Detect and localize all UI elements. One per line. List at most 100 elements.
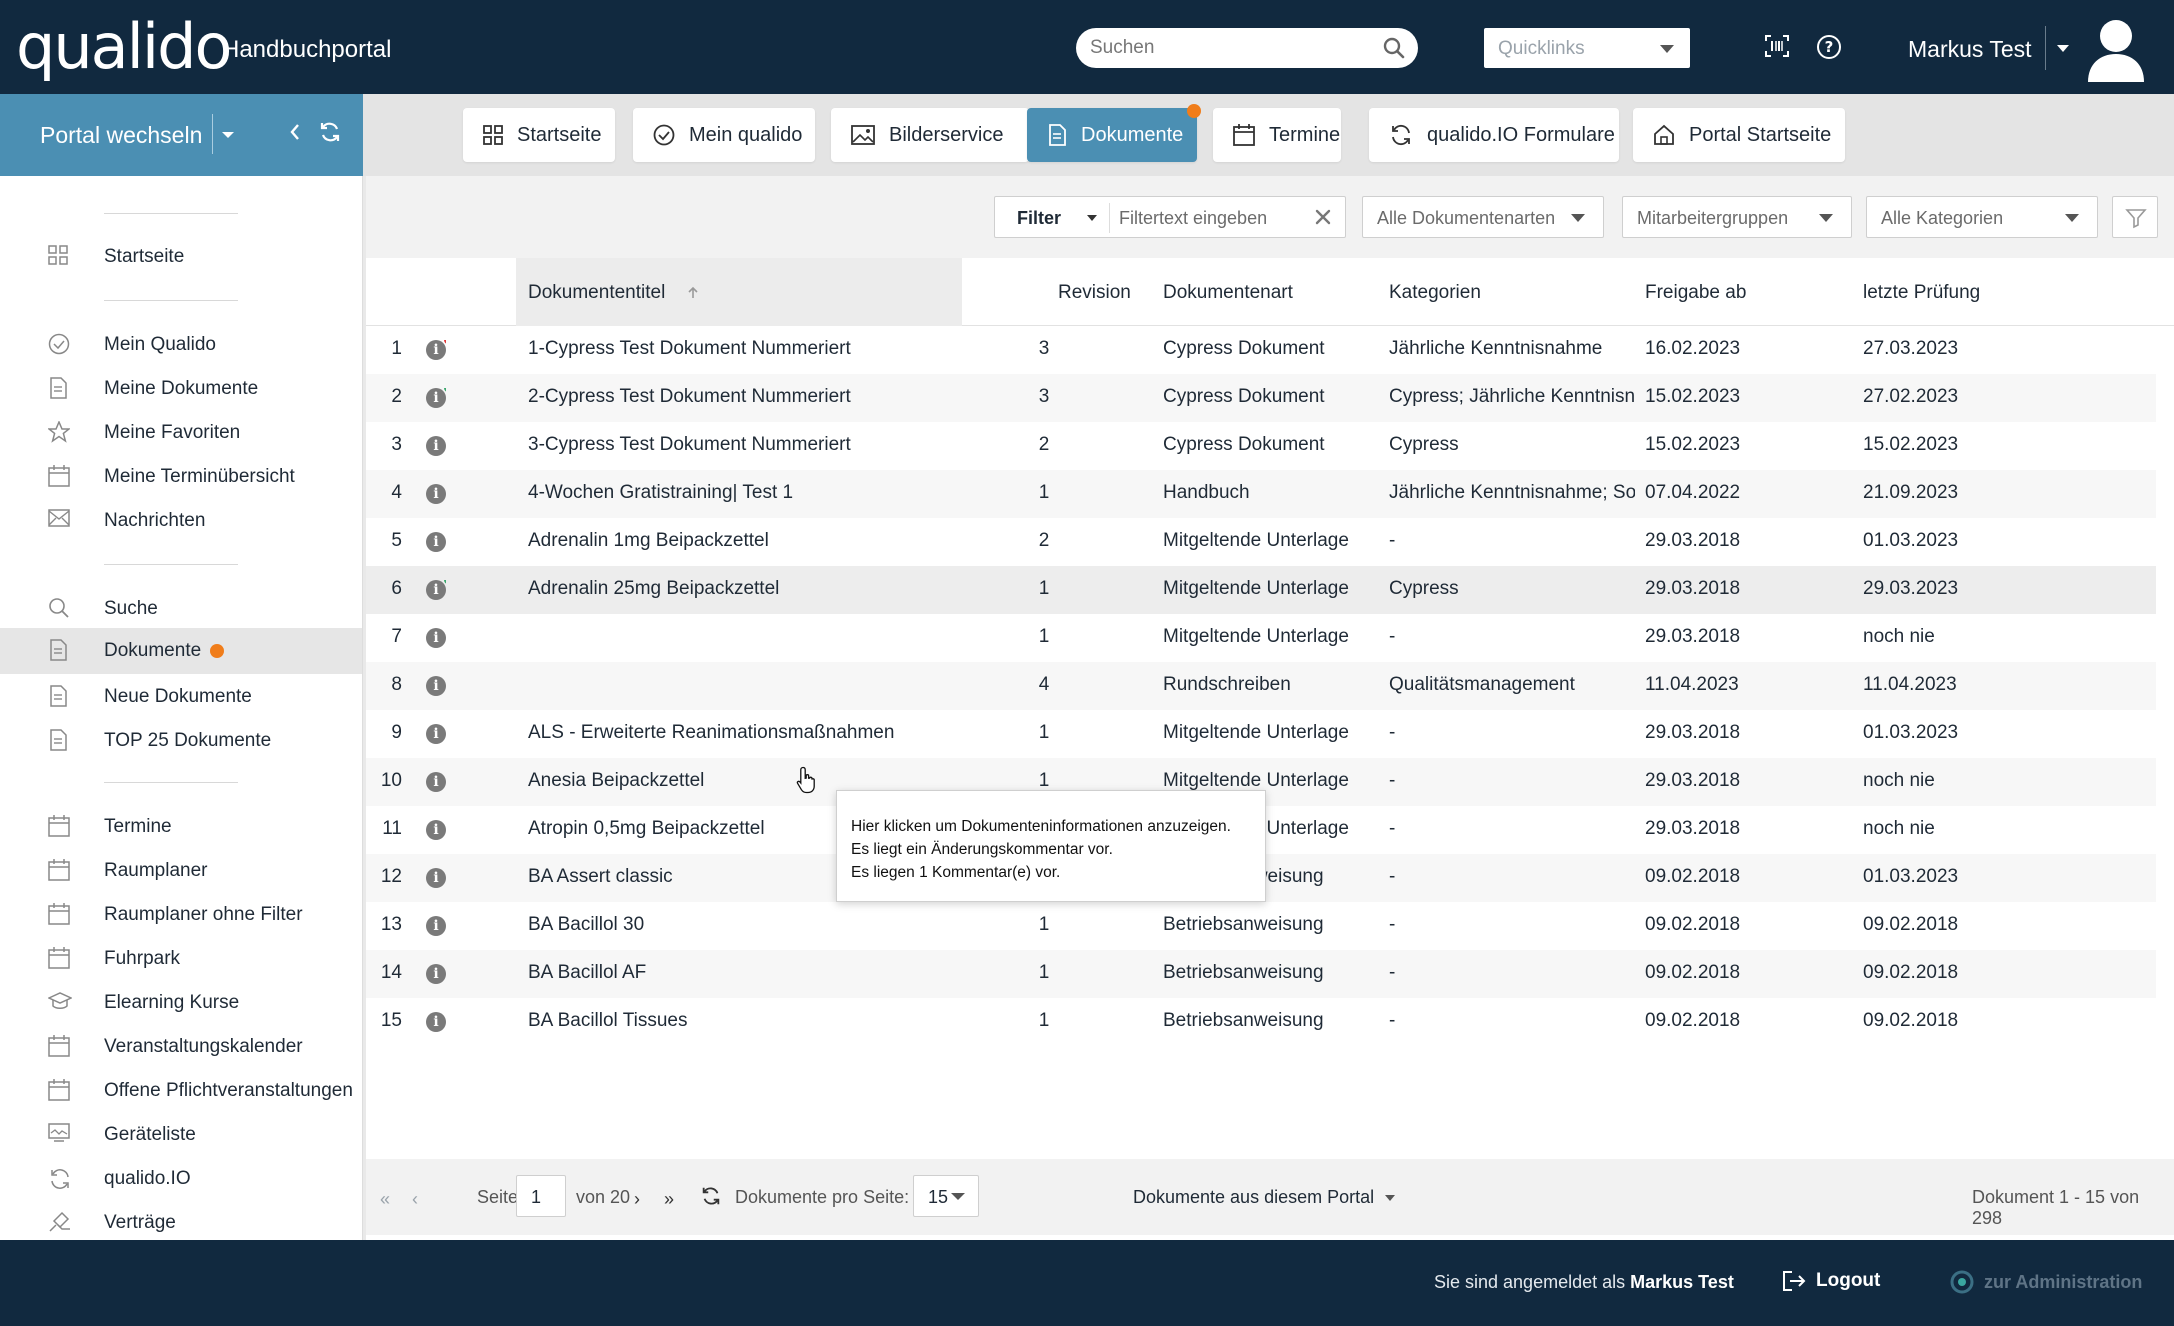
sidebar-item-termine[interactable]: Termine	[0, 804, 362, 848]
column-header-released[interactable]: Freigabe ab	[1645, 282, 1746, 304]
employee-groups-dropdown[interactable]: Mitarbeitergruppen	[1622, 196, 1852, 238]
sidebar-item-veranstaltungskalender[interactable]: Veranstaltungskalender	[0, 1024, 362, 1068]
sidebar-item-neue-dokumente[interactable]: Neue Dokumente	[0, 674, 362, 718]
search-input[interactable]	[1090, 28, 1360, 68]
document-title-link[interactable]: Anesia Beipackzettel	[528, 770, 704, 792]
sidebar-item-mein-qualido[interactable]: Mein Qualido	[0, 322, 362, 366]
portal-switch-label[interactable]: Portal wechseln	[40, 122, 202, 149]
document-title-link[interactable]: 2-Cypress Test Dokument Nummeriert	[528, 386, 851, 408]
document-type-dropdown[interactable]: Alle Dokumentenarten	[1362, 196, 1604, 238]
per-page-select[interactable]: 15	[913, 1175, 979, 1217]
document-source-dropdown[interactable]: Dokumente aus diesem Portal	[1133, 1187, 1374, 1208]
document-title-link[interactable]: Atropin 0,5mg Beipackzettel	[528, 818, 765, 840]
document-title-link[interactable]: 4-Wochen Gratistraining| Test 1	[528, 482, 793, 504]
sidebar-item-suche[interactable]: Suche	[0, 586, 362, 630]
document-title-link[interactable]: Adrenalin 25mg Beipackzettel	[528, 578, 779, 600]
info-icon[interactable]: i	[426, 964, 446, 984]
chevron-down-icon[interactable]	[222, 132, 234, 138]
categories-dropdown[interactable]: Alle Kategorien	[1866, 196, 2098, 238]
table-row[interactable]: 4 i 4-Wochen Gratistraining| Test 1 1 Handbu…	[366, 470, 2156, 518]
table-row[interactable]: 1 i 1-Cypress Test Dokument Nummeriert 3 Cyp…	[366, 326, 2156, 374]
column-header-document-type[interactable]: Dokumentenart	[1163, 282, 1293, 304]
refresh-icon[interactable]	[700, 1185, 722, 1207]
info-icon[interactable]: i	[426, 1012, 446, 1032]
column-header-categories[interactable]: Kategorien	[1389, 282, 1481, 304]
info-icon[interactable]: i	[426, 436, 446, 456]
document-title-link[interactable]: BA Bacillol AF	[528, 962, 646, 984]
info-icon[interactable]: i	[426, 484, 446, 504]
sidebar-item-raumplaner[interactable]: Raumplaner	[0, 848, 362, 892]
user-menu-caret-icon[interactable]	[2057, 45, 2069, 52]
filter-button[interactable]	[2112, 196, 2158, 238]
document-title-link[interactable]: Adrenalin 1mg Beipackzettel	[528, 530, 769, 552]
user-name[interactable]: Markus Test	[1908, 36, 2032, 63]
last-page-icon[interactable]: »	[664, 1189, 674, 1210]
sidebar-item-vertraege[interactable]: Verträge	[0, 1200, 362, 1244]
info-icon[interactable]: i	[426, 916, 446, 936]
chevron-left-icon[interactable]	[288, 122, 302, 142]
info-icon[interactable]: i	[426, 340, 446, 360]
sidebar-item-qualido-io[interactable]: qualido.IO	[0, 1156, 362, 1200]
barcode-scan-icon[interactable]	[1764, 34, 1790, 58]
sidebar-item-raumplaner-ohne-filter[interactable]: Raumplaner ohne Filter	[0, 892, 362, 936]
previous-page-icon[interactable]: ‹	[412, 1189, 418, 1210]
qualido-logo[interactable]: qualido	[16, 8, 232, 86]
document-title-link[interactable]: BA Bacillol Tissues	[528, 1010, 687, 1032]
info-icon[interactable]: i	[426, 772, 446, 792]
help-icon[interactable]: ?	[1816, 34, 1842, 60]
info-icon[interactable]: i	[426, 676, 446, 696]
sidebar-item-top-25-dokumente[interactable]: TOP 25 Dokumente	[0, 718, 362, 762]
search-icon[interactable]	[1382, 36, 1406, 60]
sidebar-item-fuhrpark[interactable]: Fuhrpark	[0, 936, 362, 980]
table-row[interactable]: 6 i Adrenalin 25mg Beipackzettel 1 Mitgelten…	[366, 566, 2156, 614]
document-title-link[interactable]: ALS - Erweiterte Reanimationsmaßnahmen	[528, 722, 894, 744]
info-icon[interactable]: i	[426, 868, 446, 888]
tab-qualido-io-formulare[interactable]: qualido.IO Formulare	[1369, 108, 1619, 162]
next-page-icon[interactable]: ›	[634, 1189, 640, 1210]
column-header-title[interactable]: Dokumententitel	[516, 258, 962, 326]
table-row[interactable]: 15 i BA Bacillol Tissues 1 Betriebsanweisung…	[366, 998, 2156, 1046]
column-header-revision[interactable]: Revision	[1058, 282, 1131, 304]
sidebar-item-dokumente[interactable]: Dokumente	[0, 628, 362, 674]
sidebar-item-meine-favoriten[interactable]: Meine Favoriten	[0, 410, 362, 454]
info-icon[interactable]: i	[426, 820, 446, 840]
table-row[interactable]: 3 i 3-Cypress Test Dokument Nummeriert 2 Cyp…	[366, 422, 2156, 470]
tab-termine[interactable]: Termine	[1213, 108, 1341, 162]
first-page-icon[interactable]: «	[380, 1189, 390, 1210]
table-row[interactable]: 9 i ALS - Erweiterte Reanimationsmaßnahmen…	[366, 710, 2156, 758]
table-row[interactable]: 8 i 4 Rundschreiben Qualitätsmanagement 11.04…	[366, 662, 2156, 710]
table-row[interactable]: 14 i BA Bacillol AF 1 Betriebsanweisung - 09.0…	[366, 950, 2156, 998]
avatar[interactable]	[2084, 14, 2148, 82]
sidebar-item-elearning-kurse[interactable]: Elearning Kurse	[0, 980, 362, 1024]
close-icon[interactable]	[1313, 207, 1333, 227]
table-row[interactable]: 7 i 1 Mitgeltende Unterlage - 29.03.2018 noch …	[366, 614, 2156, 662]
document-title-link[interactable]: BA Bacillol 30	[528, 914, 644, 936]
sidebar-item-meine-terminuebersicht[interactable]: Meine Terminübersicht	[0, 454, 362, 498]
table-row[interactable]: 5 i Adrenalin 1mg Beipackzettel 2 Mitgeltend…	[366, 518, 2156, 566]
tab-dokumente[interactable]: Dokumente	[1027, 104, 1201, 162]
tab-mein-qualido[interactable]: Mein qualido	[633, 108, 815, 162]
info-icon[interactable]: i	[426, 580, 446, 600]
sidebar-item-nachrichten[interactable]: Nachrichten	[0, 498, 362, 542]
filter-field-selector[interactable]: Filter	[1017, 208, 1061, 229]
administration-link[interactable]: zur Administration	[1950, 1270, 2142, 1294]
tab-startseite[interactable]: Startseite	[463, 108, 615, 162]
page-number-input[interactable]: 1	[516, 1175, 566, 1217]
sidebar-item-geraeteliste[interactable]: Geräteliste	[0, 1112, 362, 1156]
info-icon[interactable]: i	[426, 724, 446, 744]
tab-portal-startseite[interactable]: Portal Startseite	[1633, 108, 1845, 162]
table-row[interactable]: 13 i BA Bacillol 30 1 Betriebsanweisung - 09.0…	[366, 902, 2156, 950]
table-row[interactable]: 2 i 2-Cypress Test Dokument Nummeriert 3 Cyp…	[366, 374, 2156, 422]
info-icon[interactable]: i	[426, 628, 446, 648]
document-title-link[interactable]: BA Assert classic	[528, 866, 673, 888]
sidebar-item-meine-dokumente[interactable]: Meine Dokumente	[0, 366, 362, 410]
column-header-last-check[interactable]: letzte Prüfung	[1863, 282, 1980, 304]
logout-button[interactable]: Logout	[1782, 1270, 1880, 1292]
filter-text-input[interactable]	[1119, 203, 1299, 233]
quicklinks-dropdown[interactable]: Quicklinks	[1484, 28, 1690, 68]
sidebar-item-offene-pflichtveranstaltungen[interactable]: Offene Pflichtveranstaltungen	[0, 1068, 362, 1112]
document-title-link[interactable]: 3-Cypress Test Dokument Nummeriert	[528, 434, 851, 456]
info-icon[interactable]: i	[426, 532, 446, 552]
sidebar-item-startseite[interactable]: Startseite	[0, 234, 362, 278]
refresh-icon[interactable]	[318, 120, 342, 144]
